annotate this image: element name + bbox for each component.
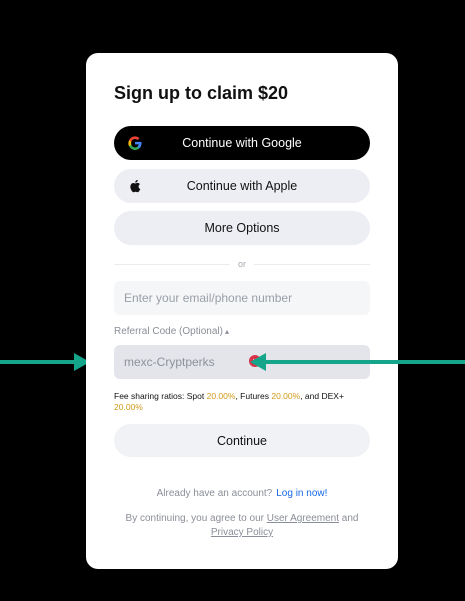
referral-code-value: mexc-Cryptperks xyxy=(124,355,215,369)
terms-and: and xyxy=(339,513,359,524)
fee-prefix: Fee sharing ratios: Spot xyxy=(114,391,207,401)
login-link[interactable]: Log in now! xyxy=(276,488,327,499)
already-account-text: Already have an account? xyxy=(156,488,273,499)
fee-dex-value: 20.00% xyxy=(114,402,143,412)
google-button-label: Continue with Google xyxy=(182,136,302,150)
divider-text: or xyxy=(238,259,247,269)
more-options-label: More Options xyxy=(204,221,280,235)
google-icon xyxy=(128,136,142,150)
terms-prefix: By continuing, you agree to our xyxy=(125,513,267,524)
caret-up-icon: ▴ xyxy=(224,327,229,336)
terms-text: By continuing, you agree to our User Agr… xyxy=(114,512,370,540)
referral-code-label: Referral Code (Optional) xyxy=(114,326,223,337)
continue-with-apple-button[interactable]: Continue with Apple xyxy=(114,169,370,203)
fee-spot-value: 20.00% xyxy=(206,391,236,401)
email-phone-input[interactable] xyxy=(114,281,370,315)
continue-button[interactable]: Continue xyxy=(114,424,370,457)
apple-button-label: Continue with Apple xyxy=(186,179,298,193)
page-stage: Sign up to claim $20 Continue with Googl… xyxy=(0,0,465,601)
divider-line-right xyxy=(254,263,371,265)
divider-line-left xyxy=(114,263,230,265)
continue-with-google-button[interactable]: Continue with Google xyxy=(114,126,370,160)
signup-card: Sign up to claim $20 Continue with Googl… xyxy=(86,53,398,569)
fee-mid1: , Futures xyxy=(235,391,272,401)
fee-sharing-text: Fee sharing ratios: Spot 20.00%, Futures… xyxy=(114,391,370,413)
fee-futures-value: 20.00% xyxy=(271,391,301,401)
continue-button-label: Continue xyxy=(216,433,268,448)
more-options-button[interactable]: More Options xyxy=(114,211,370,245)
fee-mid2: , and DEX+ xyxy=(300,391,344,401)
arrow-left-icon xyxy=(250,353,465,371)
apple-icon xyxy=(130,179,141,193)
arrow-right-icon xyxy=(0,353,90,371)
referral-code-toggle[interactable]: Referral Code (Optional) ▴ xyxy=(114,326,229,337)
login-prompt: Already have an account? Log in now! xyxy=(86,488,398,499)
privacy-policy-link[interactable]: Privacy Policy xyxy=(211,527,273,538)
page-title: Sign up to claim $20 xyxy=(114,83,289,103)
or-divider: or xyxy=(114,257,371,271)
user-agreement-link[interactable]: User Agreement xyxy=(267,513,339,524)
